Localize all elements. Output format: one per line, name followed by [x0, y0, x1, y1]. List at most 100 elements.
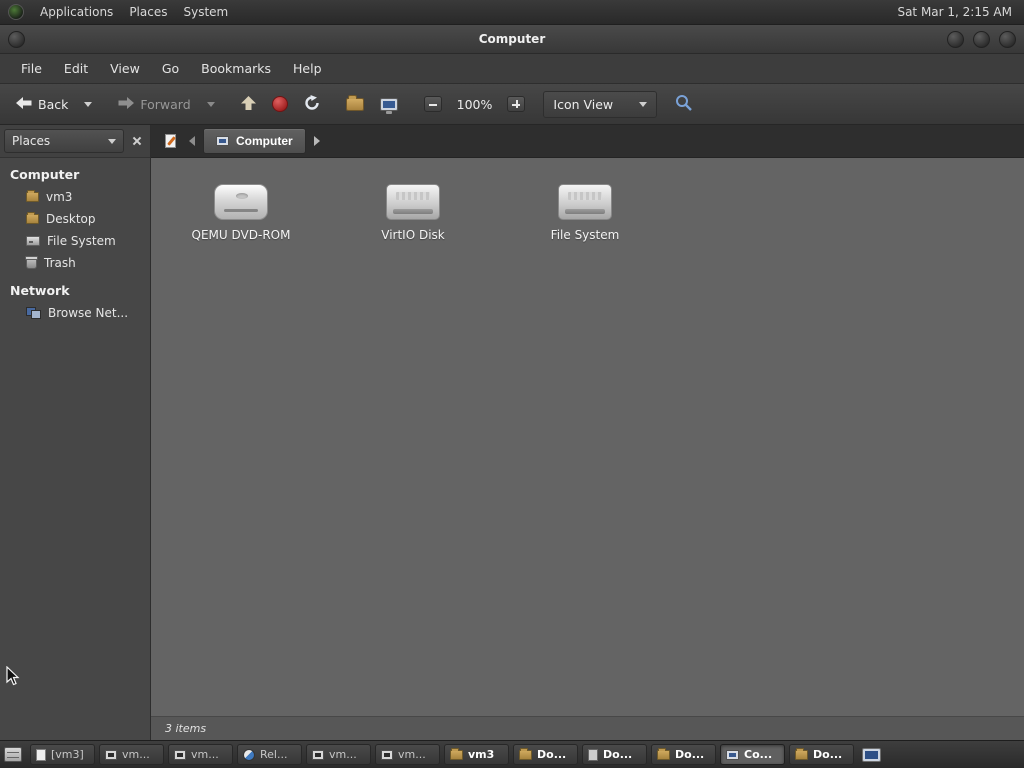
sidebar-section-network: Network	[10, 283, 70, 298]
taskbar-window-button[interactable]: vm...	[168, 744, 233, 765]
forward-icon	[118, 96, 135, 112]
file-item-filesystem[interactable]: File System	[505, 184, 665, 242]
window-icon	[36, 748, 46, 761]
home-button[interactable]	[338, 92, 372, 117]
window-title: Computer	[478, 32, 546, 46]
chevron-down-icon	[108, 138, 116, 144]
close-button[interactable]	[999, 30, 1016, 48]
chevron-down-icon	[84, 101, 93, 107]
sidebar-mode-select[interactable]: Places	[4, 129, 124, 153]
maximize-button[interactable]	[973, 30, 990, 48]
terminal-icon	[312, 749, 324, 760]
sidebar: Places Computer vm3 Desktop File System …	[0, 125, 151, 740]
home-folder-icon	[345, 94, 364, 111]
document-icon	[588, 748, 598, 761]
optical-drive-icon	[214, 184, 268, 220]
menubar: File Edit View Go Bookmarks Help	[0, 54, 1024, 84]
computer-icon	[726, 749, 739, 760]
window-icon	[174, 749, 186, 760]
view-mode-select[interactable]: Icon View	[543, 90, 658, 118]
folder-icon	[795, 747, 808, 760]
taskbar-window-button[interactable]: Do...	[582, 744, 647, 765]
folder-icon	[26, 212, 39, 224]
zoom-out-button[interactable]	[416, 90, 450, 118]
back-icon	[16, 96, 32, 112]
taskbar-window-button[interactable]: Do...	[513, 744, 578, 765]
menu-go[interactable]: Go	[151, 56, 190, 81]
taskbar-window-button[interactable]: [vm3]	[30, 744, 95, 765]
folder-icon	[450, 747, 463, 760]
display-tray-icon[interactable]	[862, 747, 881, 762]
toolbar: Back Forward 100% Icon View	[0, 84, 1024, 125]
up-arrow-icon	[240, 95, 256, 113]
stop-button[interactable]	[264, 90, 296, 118]
menu-edit[interactable]: Edit	[53, 56, 99, 81]
zoom-in-icon	[507, 96, 526, 112]
clock[interactable]: Sat Mar 1, 2:15 AM	[893, 5, 1016, 19]
path-scroll-left-icon[interactable]	[189, 136, 195, 146]
path-computer-button[interactable]: Computer	[203, 128, 306, 154]
pathbar: Computer	[151, 125, 1024, 158]
chevron-down-icon	[639, 101, 648, 107]
menu-help[interactable]: Help	[282, 56, 333, 81]
taskbar-window-button[interactable]: vm...	[375, 744, 440, 765]
back-history-dropdown[interactable]	[76, 96, 100, 113]
terminal-icon	[381, 749, 393, 760]
sidebar-item-desktop[interactable]: Desktop	[0, 208, 150, 230]
taskbar-window-button[interactable]: vm...	[99, 744, 164, 765]
hard-disk-icon	[386, 184, 440, 220]
taskbar-window-button[interactable]: Do...	[789, 744, 854, 765]
computer-icon	[379, 97, 398, 114]
up-button[interactable]	[233, 90, 264, 119]
search-icon	[675, 94, 693, 114]
file-item-virtio-disk[interactable]: VirtIO Disk	[333, 184, 493, 242]
window-icon	[105, 749, 117, 760]
statusbar: 3 items	[151, 716, 1024, 740]
taskbar-window-button[interactable]: vm...	[306, 744, 371, 765]
window-titlebar[interactable]: Computer	[0, 25, 1024, 54]
zoom-in-button[interactable]	[499, 90, 533, 118]
sidebar-item-trash[interactable]: Trash	[0, 252, 150, 274]
taskbar-window-button-active[interactable]: Co...	[720, 744, 785, 765]
location-edit-toggle[interactable]	[159, 130, 181, 152]
computer-button[interactable]	[372, 92, 406, 117]
sidebar-item-filesystem[interactable]: File System	[0, 230, 150, 252]
menu-bookmarks[interactable]: Bookmarks	[190, 56, 282, 81]
file-view[interactable]: QEMU DVD-ROM VirtIO Disk File System	[151, 158, 1024, 716]
stop-icon	[271, 96, 288, 112]
search-button[interactable]	[667, 88, 700, 120]
sidebar-item-vm3[interactable]: vm3	[0, 186, 150, 208]
distro-logo-icon[interactable]	[8, 4, 24, 20]
forward-history-dropdown[interactable]	[199, 96, 223, 113]
folder-icon	[657, 747, 670, 760]
taskbar-window-button[interactable]: Do...	[651, 744, 716, 765]
file-manager-launcher-icon[interactable]	[4, 747, 22, 762]
folder-icon	[519, 747, 532, 760]
sidebar-section-computer: Computer	[10, 167, 80, 182]
folder-icon	[26, 190, 39, 202]
item-count: 3 items	[165, 722, 207, 735]
zoom-level: 100%	[456, 96, 493, 112]
menu-places[interactable]: Places	[121, 2, 175, 22]
sidebar-close-icon[interactable]	[128, 132, 146, 150]
forward-button[interactable]: Forward	[110, 91, 198, 118]
taskbar-window-button[interactable]: Rel...	[237, 744, 302, 765]
window-menu-button[interactable]	[8, 30, 25, 48]
menu-file[interactable]: File	[10, 56, 53, 81]
menu-view[interactable]: View	[99, 56, 151, 81]
reload-button[interactable]	[296, 89, 328, 120]
back-button[interactable]: Back	[8, 91, 76, 118]
minimize-button[interactable]	[947, 30, 964, 48]
chevron-down-icon	[206, 101, 215, 107]
sidebar-item-browse-network[interactable]: Browse Net...	[0, 302, 150, 324]
drive-icon	[26, 236, 40, 246]
taskbar: [vm3] vm... vm... Rel... vm... vm... vm3…	[0, 740, 1024, 768]
zoom-out-icon	[423, 96, 442, 112]
taskbar-window-button[interactable]: vm3	[444, 744, 509, 765]
menu-system[interactable]: System	[175, 2, 236, 22]
remmina-icon	[243, 748, 255, 761]
file-item-qemu-dvd[interactable]: QEMU DVD-ROM	[161, 184, 321, 242]
path-scroll-right-icon[interactable]	[313, 136, 320, 146]
trash-icon	[25, 255, 38, 269]
menu-applications[interactable]: Applications	[32, 2, 121, 22]
